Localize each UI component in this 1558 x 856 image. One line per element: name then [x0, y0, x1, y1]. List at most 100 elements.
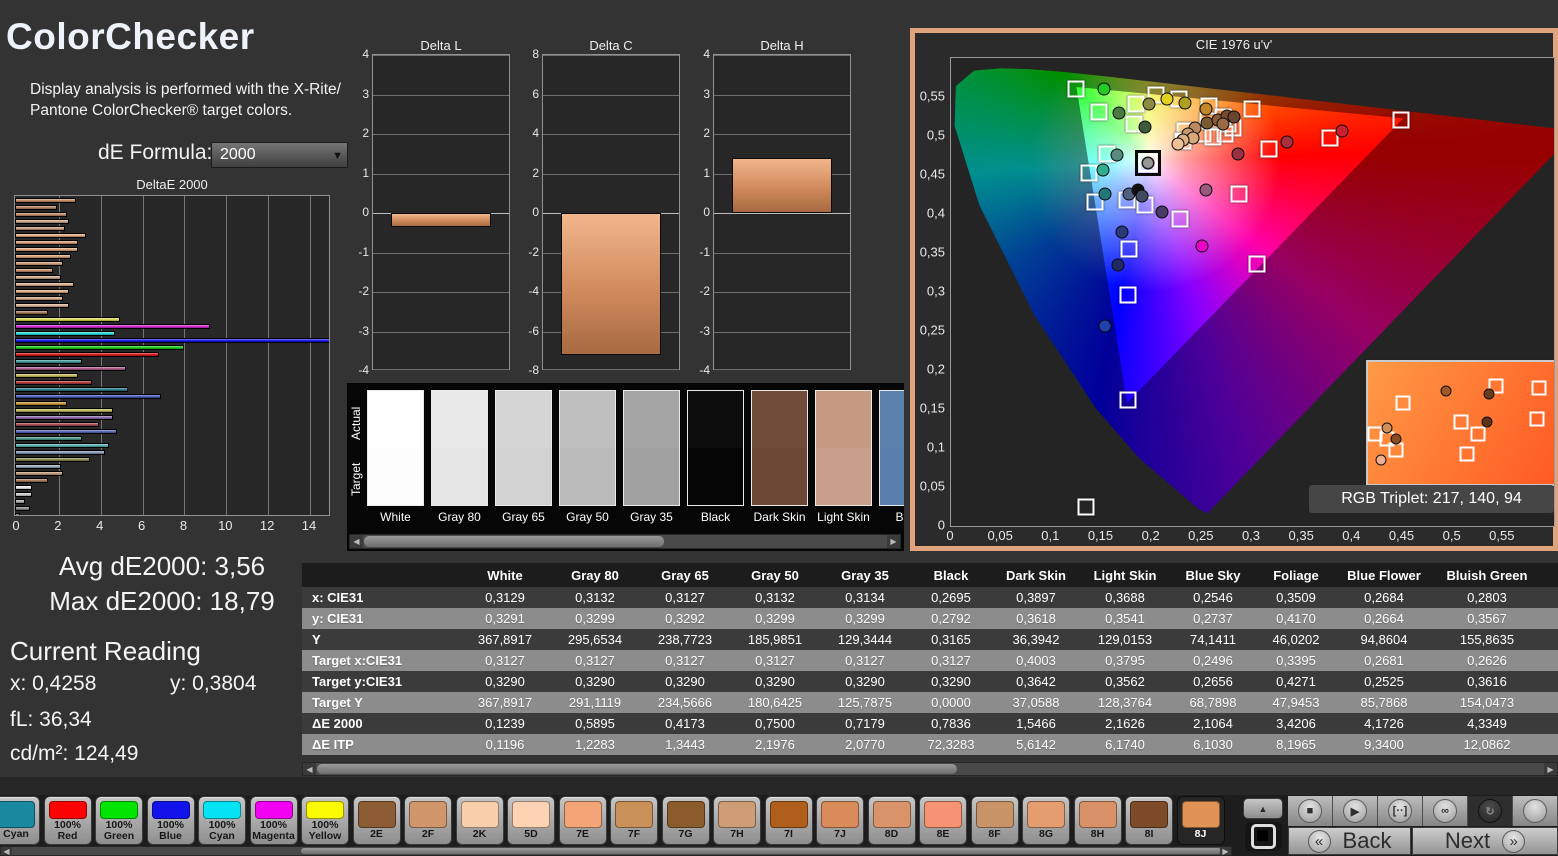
- de-bar: [15, 450, 105, 455]
- de-bar: [15, 198, 76, 203]
- cie-target-square: [1119, 391, 1137, 409]
- table-column-header: Gray 65: [640, 563, 730, 587]
- scroll-left-icon[interactable]: ◀: [350, 535, 363, 548]
- delta-tick-label: -4: [699, 363, 710, 377]
- patch-button-7g[interactable]: 7G: [661, 796, 710, 845]
- patch-button-7f[interactable]: 7F: [610, 796, 658, 845]
- delta-tick-label: -3: [699, 323, 710, 338]
- swatch-scrollbar-thumb[interactable]: [364, 536, 664, 547]
- patch-list-up-button[interactable]: ▲: [1243, 798, 1283, 819]
- table-value-cell: 0,3290: [730, 671, 820, 692]
- patch-button-8g[interactable]: 8G: [1022, 796, 1070, 845]
- table-value-cell: 2,1626: [1080, 713, 1170, 734]
- patch-button-100-magenta[interactable]: 100% Magenta: [249, 796, 298, 845]
- delta-chart-title: Delta L: [420, 38, 462, 53]
- table-value-cell: 3,0782: [1542, 713, 1558, 734]
- cie-measured-point: [1138, 120, 1152, 134]
- de-x-tick-label: 10: [218, 518, 233, 533]
- pattern-stop-button[interactable]: [1245, 822, 1282, 851]
- pattern-toolbar: Cyan 100% Red 100% Green 100% Blue 100% Cyan…: [0, 795, 1558, 856]
- patch-button-cyan[interactable]: Cyan: [0, 796, 40, 845]
- inset-target-square: [1453, 414, 1469, 430]
- patch-label: 8G: [1038, 828, 1053, 840]
- swatch-actual: [368, 391, 423, 448]
- cie-measured-point: [1115, 225, 1129, 239]
- de-bar: [15, 387, 128, 392]
- patch-button-100-cyan[interactable]: 100% Cyan: [198, 796, 246, 845]
- back-button[interactable]: « Back: [1288, 827, 1411, 855]
- patch-button-100-green[interactable]: 100% Green: [95, 796, 143, 845]
- table-value-cell: 0,3134: [820, 587, 910, 608]
- patch-button-100-yellow[interactable]: 100% Yellow: [301, 796, 349, 845]
- cie-target-square: [1067, 80, 1085, 98]
- scroll-right-icon[interactable]: ▶: [887, 535, 900, 548]
- patch-label: 5D: [524, 828, 538, 840]
- patch-scrollbar-thumb[interactable]: [301, 848, 1221, 854]
- table-row-label: ΔE ITP: [302, 734, 460, 755]
- max-de2000: Max dE2000: 18,79: [49, 586, 275, 616]
- table-value-cell: 1,5466: [992, 713, 1080, 734]
- table-value-cell: 2,1976: [730, 734, 820, 755]
- refresh-button[interactable]: ↻: [1468, 796, 1513, 826]
- swatch-box: [751, 390, 808, 506]
- patch-button-7e[interactable]: 7E: [558, 796, 607, 845]
- patch-button-8h[interactable]: 8H: [1073, 796, 1122, 845]
- patch-button-8i[interactable]: 8I: [1125, 796, 1173, 845]
- cie-x-tick-label: 0,1: [1041, 528, 1060, 543]
- table-scrollbar-thumb[interactable]: [317, 764, 957, 774]
- play-button[interactable]: ▶: [1333, 796, 1378, 826]
- table-value-cell: 4,3349: [1432, 713, 1542, 734]
- table-column-header: Foliage: [1256, 563, 1336, 587]
- next-button[interactable]: Next »: [1412, 827, 1558, 855]
- de-formula-dropdown[interactable]: 2000 ▼: [211, 142, 348, 168]
- table-scrollbar[interactable]: ◀ ▶: [302, 762, 1558, 776]
- patch-button-5d[interactable]: 5D: [507, 796, 555, 845]
- cie-y-tick-label: 0,3: [926, 283, 945, 299]
- patch-button-7h[interactable]: 7H: [713, 796, 761, 845]
- patch-scrollbar[interactable]: ◀ ▶: [0, 846, 1232, 856]
- table-column-header: Orange: [1542, 563, 1558, 587]
- cie-measured-point: [1155, 205, 1169, 219]
- scroll-left-icon[interactable]: ◀: [1, 847, 12, 856]
- scroll-left-icon[interactable]: ◀: [303, 763, 316, 775]
- deltae-bars: [15, 197, 329, 515]
- pattern-window-button[interactable]: [··]: [1378, 796, 1423, 826]
- cie-y-tick-label: 0,35: [919, 244, 945, 260]
- swatch-actual: [816, 391, 871, 448]
- patch-button-8f[interactable]: 8F: [970, 796, 1019, 845]
- stop-button[interactable]: ■: [1288, 796, 1333, 826]
- patch-button-2k[interactable]: 2K: [455, 796, 504, 845]
- table-value-cell: 234,5666: [640, 692, 730, 713]
- delta-gridline: [714, 331, 850, 333]
- scroll-right-icon[interactable]: ▶: [1220, 847, 1231, 856]
- patch-button-8j[interactable]: 8J: [1176, 796, 1225, 845]
- patch-label: 8E: [936, 828, 950, 840]
- patch-button-8e[interactable]: 8E: [919, 796, 967, 845]
- patch-button-2f[interactable]: 2F: [404, 796, 452, 845]
- chevron-right-icon: »: [1502, 829, 1526, 853]
- delta-tick-label: 3: [703, 86, 710, 101]
- actual-row-label: Actual: [349, 406, 363, 440]
- loop-infinite-button[interactable]: ∞: [1423, 796, 1468, 826]
- patch-label: 8D: [884, 828, 899, 840]
- delta-tick-label: -4: [528, 284, 539, 298]
- delta-tick-label: 1: [703, 165, 710, 180]
- patch-button-7i[interactable]: 7I: [764, 796, 813, 845]
- swatch-scrollbar[interactable]: ◀ ▶: [349, 534, 901, 549]
- patch-button-8d[interactable]: 8D: [867, 796, 916, 845]
- table-value-cell: 37,0588: [992, 692, 1080, 713]
- patch-button-100-blue[interactable]: 100% Blue: [146, 796, 195, 845]
- cie-measured-point: [1112, 106, 1126, 120]
- patch-button-2e[interactable]: 2E: [352, 796, 401, 845]
- blank-button[interactable]: [1513, 796, 1558, 826]
- swatch-target: [752, 448, 807, 505]
- table-value-cell: 0,3127: [640, 587, 730, 608]
- de-bar: [15, 317, 120, 322]
- patch-button-7j[interactable]: 7J: [816, 796, 864, 845]
- table-value-cell: 185,9851: [730, 629, 820, 650]
- scroll-right-icon[interactable]: ▶: [1544, 763, 1557, 775]
- patch-button-100-red[interactable]: 100% Red: [43, 796, 92, 845]
- current-cdm2: cd/m²: 124,49: [10, 742, 139, 765]
- stop-icon: [1251, 824, 1276, 849]
- cie-target-square: [1119, 286, 1137, 304]
